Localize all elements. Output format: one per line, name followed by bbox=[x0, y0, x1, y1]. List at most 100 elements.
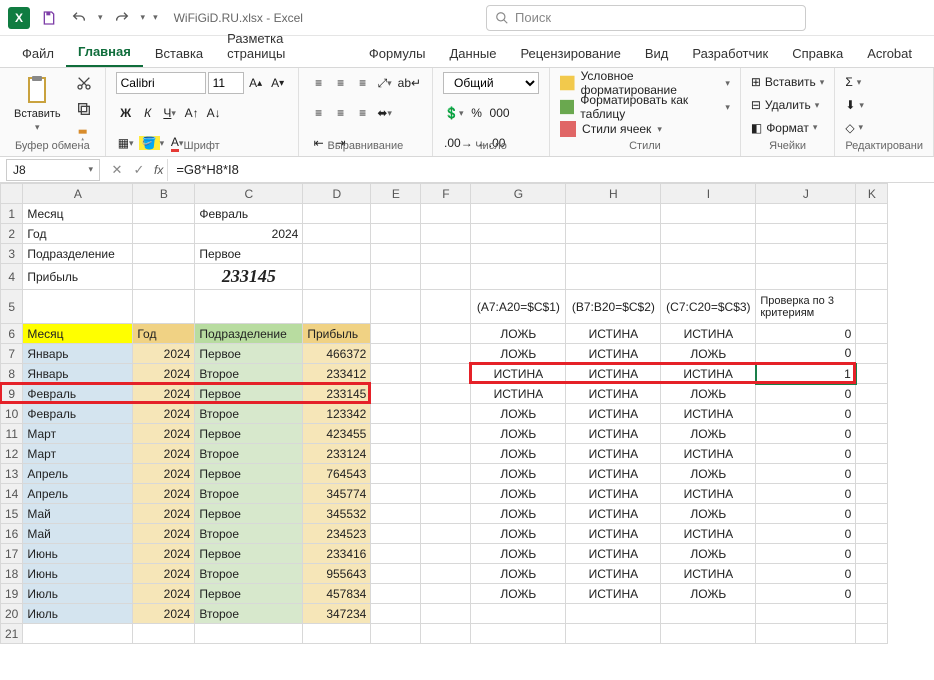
cell[interactable]: ИСТИНА bbox=[566, 344, 661, 364]
paste-button[interactable]: Вставить ▾ bbox=[10, 72, 65, 135]
row-header[interactable]: 2 bbox=[1, 224, 23, 244]
enter-icon[interactable]: ✓ bbox=[128, 159, 150, 181]
spreadsheet-grid[interactable]: A B C D E F G H I J K 1МесяцФевраль 2Год… bbox=[0, 183, 934, 644]
cell[interactable]: ЛОЖЬ bbox=[471, 424, 566, 444]
col-header[interactable]: C bbox=[195, 184, 303, 204]
row-header[interactable]: 16 bbox=[1, 524, 23, 544]
align-left-icon[interactable]: ≡ bbox=[309, 102, 329, 124]
cell[interactable]: Первое bbox=[195, 344, 303, 364]
cell[interactable]: Второе bbox=[195, 604, 303, 624]
cell[interactable]: ИСТИНА bbox=[566, 584, 661, 604]
cell[interactable]: 2024 bbox=[133, 464, 195, 484]
font-name-select[interactable] bbox=[116, 72, 206, 94]
cell[interactable]: 2024 bbox=[133, 504, 195, 524]
font-decrease-alt[interactable]: A↓ bbox=[204, 102, 224, 124]
cell[interactable]: ЛОЖЬ bbox=[661, 344, 756, 364]
col-header[interactable]: H bbox=[566, 184, 661, 204]
row-header[interactable]: 17 bbox=[1, 544, 23, 564]
menu-файл[interactable]: Файл bbox=[10, 40, 66, 67]
cell[interactable]: 423455 bbox=[303, 424, 371, 444]
cell[interactable]: 233412 bbox=[303, 364, 371, 384]
clear-icon[interactable]: ◇ ▾ bbox=[845, 117, 863, 138]
cell[interactable]: 2024 bbox=[133, 364, 195, 384]
align-center-icon[interactable]: ≡ bbox=[331, 102, 351, 124]
cell[interactable]: Февраль bbox=[23, 404, 133, 424]
cell[interactable]: 0 bbox=[756, 404, 856, 424]
row-header[interactable]: 5 bbox=[1, 290, 23, 324]
cell[interactable]: 764543 bbox=[303, 464, 371, 484]
cell[interactable]: (A7:A20=$C$1) bbox=[471, 290, 566, 324]
cell[interactable]: Первое bbox=[195, 424, 303, 444]
cell[interactable]: ЛОЖЬ bbox=[661, 424, 756, 444]
redo-dropdown[interactable]: ▾ bbox=[141, 12, 146, 23]
cell[interactable]: ИСТИНА bbox=[661, 524, 756, 544]
cell[interactable]: 0 bbox=[756, 444, 856, 464]
wrap-text-icon[interactable]: ab↵ bbox=[397, 72, 422, 94]
row-header[interactable]: 6 bbox=[1, 324, 23, 344]
col-header[interactable]: B bbox=[133, 184, 195, 204]
cell[interactable]: ИСТИНА bbox=[566, 424, 661, 444]
cell[interactable]: Первое bbox=[195, 384, 303, 404]
cell[interactable]: ЛОЖЬ bbox=[471, 404, 566, 424]
cell[interactable]: Год bbox=[23, 224, 133, 244]
delete-cells-button[interactable]: ⊟ Удалить ▾ bbox=[751, 95, 819, 116]
cell[interactable]: 2024 bbox=[133, 544, 195, 564]
cell[interactable]: 955643 bbox=[303, 564, 371, 584]
cell[interactable]: Первое bbox=[195, 544, 303, 564]
search-input[interactable]: Поиск bbox=[486, 5, 806, 31]
qat-customize[interactable]: ▾ bbox=[153, 12, 158, 23]
save-icon[interactable] bbox=[38, 7, 60, 29]
cell[interactable]: ЛОЖЬ bbox=[471, 444, 566, 464]
cell[interactable]: 2024 bbox=[133, 424, 195, 444]
cell[interactable]: Март bbox=[23, 424, 133, 444]
align-middle-icon[interactable]: ≡ bbox=[331, 72, 351, 94]
formula-input[interactable]: =G8*H8*I8 bbox=[167, 159, 934, 181]
cell[interactable]: (C7:C20=$C$3) bbox=[661, 290, 756, 324]
cell[interactable]: Июль bbox=[23, 604, 133, 624]
cell[interactable]: 345532 bbox=[303, 504, 371, 524]
cell[interactable]: Январь bbox=[23, 344, 133, 364]
col-header[interactable]: A bbox=[23, 184, 133, 204]
cell[interactable]: ЛОЖЬ bbox=[471, 524, 566, 544]
cell[interactable]: 345774 bbox=[303, 484, 371, 504]
align-bottom-icon[interactable]: ≡ bbox=[353, 72, 373, 94]
italic-button[interactable]: К bbox=[138, 102, 158, 124]
row-header[interactable]: 3 bbox=[1, 244, 23, 264]
menu-главная[interactable]: Главная bbox=[66, 38, 143, 67]
cell[interactable]: ЛОЖЬ bbox=[661, 584, 756, 604]
cell[interactable]: ИСТИНА bbox=[471, 364, 566, 384]
cell[interactable]: Второе bbox=[195, 404, 303, 424]
cell[interactable]: Второе bbox=[195, 364, 303, 384]
menu-acrobat[interactable]: Acrobat bbox=[855, 40, 924, 67]
cut-icon[interactable] bbox=[73, 72, 95, 94]
row-header[interactable]: 11 bbox=[1, 424, 23, 444]
menu-разработчик[interactable]: Разработчик bbox=[680, 40, 780, 67]
cell[interactable]: ЛОЖЬ bbox=[661, 544, 756, 564]
cell[interactable]: 2024 bbox=[133, 484, 195, 504]
cell[interactable]: ЛОЖЬ bbox=[471, 344, 566, 364]
col-header[interactable]: G bbox=[471, 184, 566, 204]
cell[interactable]: ЛОЖЬ bbox=[661, 464, 756, 484]
cell[interactable]: 0 bbox=[756, 584, 856, 604]
cell[interactable]: 457834 bbox=[303, 584, 371, 604]
insert-cells-button[interactable]: ⊞ Вставить ▾ bbox=[751, 72, 824, 93]
cell[interactable]: ИСТИНА bbox=[566, 504, 661, 524]
cell[interactable]: ИСТИНА bbox=[566, 464, 661, 484]
table-header[interactable]: Год bbox=[133, 324, 195, 344]
cell[interactable]: ЛОЖЬ bbox=[471, 564, 566, 584]
menu-вставка[interactable]: Вставка bbox=[143, 40, 215, 67]
table-header[interactable]: Прибыль bbox=[303, 324, 371, 344]
cell[interactable]: 0 bbox=[756, 384, 856, 404]
format-as-table-button[interactable]: Форматировать как таблицу▾ bbox=[560, 96, 730, 118]
menu-данные[interactable]: Данные bbox=[437, 40, 508, 67]
cell[interactable]: 0 bbox=[756, 524, 856, 544]
select-all-corner[interactable] bbox=[1, 184, 23, 204]
cell[interactable]: Прибыль bbox=[23, 264, 133, 290]
font-size-select[interactable] bbox=[208, 72, 244, 94]
cell[interactable]: 2024 bbox=[133, 524, 195, 544]
cell[interactable]: 123342 bbox=[303, 404, 371, 424]
row-header[interactable]: 4 bbox=[1, 264, 23, 290]
menu-справка[interactable]: Справка bbox=[780, 40, 855, 67]
cell[interactable]: Первое bbox=[195, 464, 303, 484]
row-header[interactable]: 20 bbox=[1, 604, 23, 624]
